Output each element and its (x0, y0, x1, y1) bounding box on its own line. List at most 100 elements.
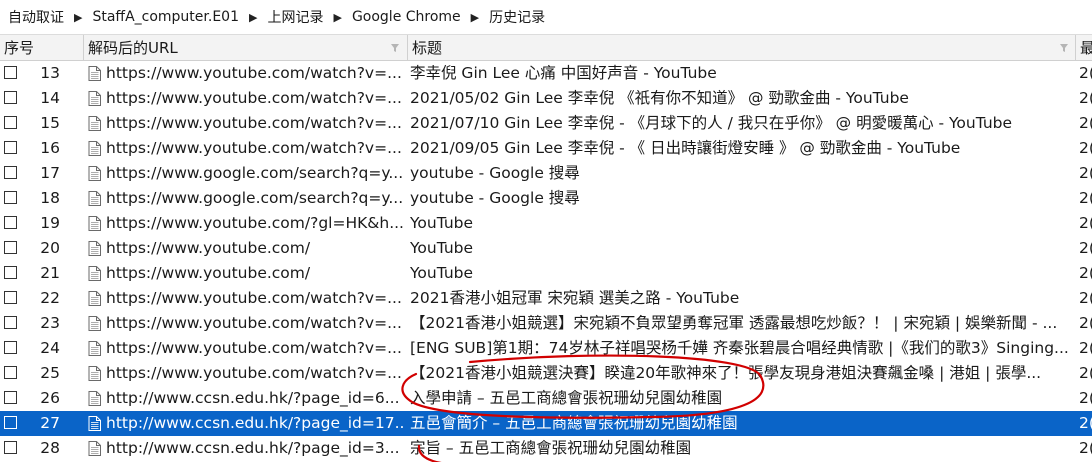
row-last-column: 2( (1079, 389, 1092, 407)
row-checkbox[interactable] (4, 366, 17, 379)
row-title: 2021/05/02 Gin Lee 李幸倪 《祇有你不知道》 @ 勁歌金曲 -… (410, 89, 909, 107)
document-icon (88, 116, 101, 131)
row-last-column: 2( (1079, 439, 1092, 457)
row-checkbox[interactable] (4, 191, 17, 204)
table-row[interactable]: 23 https://www.youtube.com/watch?v=... 【20… (0, 311, 1092, 336)
column-header-url[interactable]: 解码后的URL (84, 35, 408, 61)
document-icon (88, 141, 101, 156)
row-checkbox[interactable] (4, 316, 17, 329)
row-seq: 21 (40, 264, 60, 282)
row-seq: 15 (40, 114, 60, 132)
breadcrumb-item[interactable]: 自动取证 (8, 7, 64, 27)
table-row[interactable]: 25 https://www.youtube.com/watch?v=... 【20… (0, 361, 1092, 386)
row-url: https://www.youtube.com/ (106, 239, 311, 257)
column-header-last[interactable]: 最 (1076, 35, 1092, 61)
row-checkbox[interactable] (4, 341, 17, 354)
table-row[interactable]: 24 https://www.youtube.com/watch?v=... [EN… (0, 336, 1092, 361)
row-last-column: 2( (1079, 89, 1092, 107)
filter-icon[interactable] (1059, 43, 1069, 53)
row-seq: 13 (40, 64, 60, 82)
row-url: https://www.youtube.com/watch?v=... (106, 89, 402, 107)
row-last-column: 2( (1079, 114, 1092, 132)
row-seq: 19 (40, 214, 60, 232)
row-checkbox[interactable] (4, 141, 17, 154)
document-icon (88, 441, 101, 456)
row-last-column: 2( (1079, 314, 1092, 332)
table-row[interactable]: 27 http://www.ccsn.edu.hk/?page_id=17... 五… (0, 411, 1092, 436)
row-last-column: 2( (1079, 289, 1092, 307)
column-header-seq[interactable]: 序号 (0, 35, 84, 61)
column-header-title[interactable]: 标题 (408, 35, 1076, 61)
document-icon (88, 416, 101, 431)
document-icon (88, 166, 101, 181)
row-checkbox[interactable] (4, 441, 17, 454)
document-icon (88, 191, 101, 206)
row-title: 李幸倪 Gin Lee 心痛 中国好声音 - YouTube (410, 64, 717, 82)
breadcrumb-item[interactable]: 历史记录 (489, 7, 545, 27)
row-last-column: 2( (1079, 239, 1092, 257)
table-row[interactable]: 19 https://www.youtube.com/?gl=HK&h... You… (0, 211, 1092, 236)
breadcrumb-separator-icon: ▶ (249, 10, 258, 24)
row-seq: 22 (40, 289, 60, 307)
row-seq: 28 (40, 439, 60, 457)
row-url: http://www.ccsn.edu.hk/?page_id=3... (106, 439, 400, 457)
table-row[interactable]: 14 https://www.youtube.com/watch?v=... 202… (0, 86, 1092, 111)
table-row[interactable]: 22 https://www.youtube.com/watch?v=... 202… (0, 286, 1092, 311)
row-url: https://www.youtube.com/?gl=HK&h... (106, 214, 404, 232)
row-checkbox[interactable] (4, 416, 17, 429)
row-title: 2021香港小姐冠軍 宋宛穎 選美之路 - YouTube (410, 289, 740, 307)
row-last-column: 2( (1079, 264, 1092, 282)
table-row[interactable]: 21 https://www.youtube.com/YouTube 2( (0, 261, 1092, 286)
breadcrumb-separator-icon: ▶ (74, 10, 83, 24)
row-checkbox[interactable] (4, 166, 17, 179)
row-url: http://www.ccsn.edu.hk/?page_id=17... (106, 414, 406, 432)
document-icon (88, 216, 101, 231)
breadcrumb-item[interactable]: StaffA_computer.E01 (92, 9, 239, 25)
row-checkbox[interactable] (4, 66, 17, 79)
row-title: 2021/07/10 Gin Lee 李幸倪 - 《月球下的人 / 我只在乎你》… (410, 114, 1013, 132)
row-checkbox[interactable] (4, 291, 17, 304)
table-row[interactable]: 16 https://www.youtube.com/watch?v=... 202… (0, 136, 1092, 161)
row-seq: 24 (40, 339, 60, 357)
row-title: 2021/09/05 Gin Lee 李幸倪 - 《 日出時讓街燈安睡 》 @ … (410, 139, 961, 157)
row-url: https://www.youtube.com/watch?v=... (106, 339, 402, 357)
row-seq: 16 (40, 139, 60, 157)
table-row[interactable]: 13 https://www.youtube.com/watch?v=... 李幸倪… (0, 61, 1092, 86)
row-checkbox[interactable] (4, 91, 17, 104)
row-last-column: 2( (1079, 64, 1092, 82)
row-url: https://www.youtube.com/watch?v=... (106, 139, 402, 157)
document-icon (88, 266, 101, 281)
breadcrumb-item[interactable]: 上网记录 (267, 7, 323, 27)
row-last-column: 2( (1079, 139, 1092, 157)
row-checkbox[interactable] (4, 391, 17, 404)
table-row[interactable]: 28 http://www.ccsn.edu.hk/?page_id=3... 宗旨… (0, 436, 1092, 461)
row-title: youtube - Google 搜尋 (410, 164, 580, 182)
document-icon (88, 391, 101, 406)
table-row[interactable]: 15 https://www.youtube.com/watch?v=... 202… (0, 111, 1092, 136)
row-url: https://www.youtube.com/watch?v=... (106, 314, 402, 332)
row-checkbox[interactable] (4, 216, 17, 229)
row-checkbox[interactable] (4, 266, 17, 279)
table-row[interactable]: 17 https://www.google.com/search?q=y... yo… (0, 161, 1092, 186)
document-icon (88, 66, 101, 81)
row-title: 宗旨 – 五邑工商總會張祝珊幼兒園幼稚園 (410, 439, 692, 457)
breadcrumb-item[interactable]: Google Chrome (352, 9, 461, 25)
table-row[interactable]: 18 https://www.google.com/search?q=y... yo… (0, 186, 1092, 211)
row-seq: 25 (40, 364, 60, 382)
row-url: https://www.google.com/search?q=y... (106, 164, 404, 182)
row-checkbox[interactable] (4, 241, 17, 254)
row-title: 五邑會簡介 – 五邑工商總會張祝珊幼兒園幼稚園 (410, 414, 738, 432)
document-icon (88, 91, 101, 106)
row-seq: 26 (40, 389, 60, 407)
filter-icon[interactable] (390, 43, 400, 53)
breadcrumb: 自动取证 ▶ StaffA_computer.E01 ▶ 上网记录 ▶ Google Chr… (0, 0, 1092, 34)
row-url: https://www.youtube.com/ (106, 264, 311, 282)
row-seq: 17 (40, 164, 60, 182)
table-row[interactable]: 26 http://www.ccsn.edu.hk/?page_id=6... 入學… (0, 386, 1092, 411)
row-checkbox[interactable] (4, 116, 17, 129)
table-row[interactable]: 20 https://www.youtube.com/YouTube 2( (0, 236, 1092, 261)
row-seq: 20 (40, 239, 60, 257)
row-last-column: 2( (1079, 364, 1092, 382)
document-icon (88, 366, 101, 381)
row-last-column: 2( (1079, 164, 1092, 182)
